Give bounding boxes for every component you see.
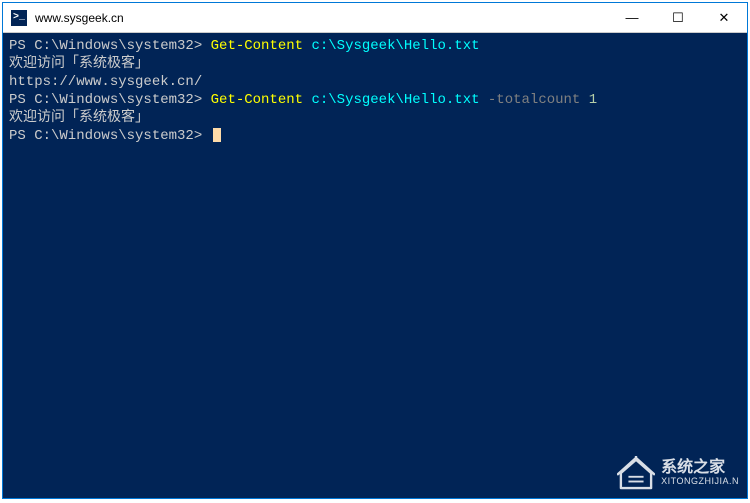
watermark-en: XITONGZHIJIA.N	[661, 477, 739, 487]
terminal-cmdlet: Get-Content	[211, 38, 303, 54]
cursor	[213, 128, 221, 142]
terminal-prompt: PS C:\Windows\system32>	[9, 38, 211, 54]
terminal-arg: c:\Sysgeek\Hello.txt	[311, 92, 479, 108]
titlebar[interactable]: >_ www.sysgeek.cn — ☐ ✕	[3, 3, 747, 33]
terminal-line: https://www.sysgeek.cn/	[9, 73, 741, 91]
terminal-prompt: PS C:\Windows\system32>	[9, 128, 211, 144]
powershell-icon: >_	[11, 10, 27, 26]
terminal-prompt	[580, 92, 588, 108]
terminal-line: PS C:\Windows\system32> Get-Content c:\S…	[9, 37, 741, 55]
terminal-prompt: PS C:\Windows\system32>	[9, 92, 211, 108]
house-icon	[617, 456, 655, 490]
powershell-icon-glyph: >_	[13, 12, 25, 23]
terminal-output: https://www.sysgeek.cn/	[9, 74, 202, 90]
terminal-prompt	[480, 92, 488, 108]
close-button[interactable]: ✕	[701, 3, 747, 32]
terminal-line: 欢迎访问「系统极客」	[9, 109, 741, 127]
terminal-param: -totalcount	[488, 92, 580, 108]
watermark: 系统之家 XITONGZHIJIA.N	[617, 456, 739, 490]
terminal-output: 欢迎访问「系统极客」	[9, 110, 149, 126]
terminal-line: 欢迎访问「系统极客」	[9, 55, 741, 73]
terminal-output: 欢迎访问「系统极客」	[9, 56, 149, 72]
terminal-value: 1	[589, 92, 597, 108]
watermark-cn: 系统之家	[661, 459, 739, 477]
terminal-area[interactable]: PS C:\Windows\system32> Get-Content c:\S…	[3, 33, 747, 498]
watermark-text: 系统之家 XITONGZHIJIA.N	[661, 459, 739, 486]
minimize-button[interactable]: —	[609, 3, 655, 32]
terminal-cmdlet: Get-Content	[211, 92, 303, 108]
terminal-line: PS C:\Windows\system32>	[9, 127, 741, 145]
window-title: www.sysgeek.cn	[35, 11, 609, 25]
maximize-button[interactable]: ☐	[655, 3, 701, 32]
window-controls: — ☐ ✕	[609, 3, 747, 32]
terminal-line: PS C:\Windows\system32> Get-Content c:\S…	[9, 91, 741, 109]
terminal-arg: c:\Sysgeek\Hello.txt	[311, 38, 479, 54]
powershell-window: >_ www.sysgeek.cn — ☐ ✕ PS C:\Windows\sy…	[2, 2, 748, 499]
